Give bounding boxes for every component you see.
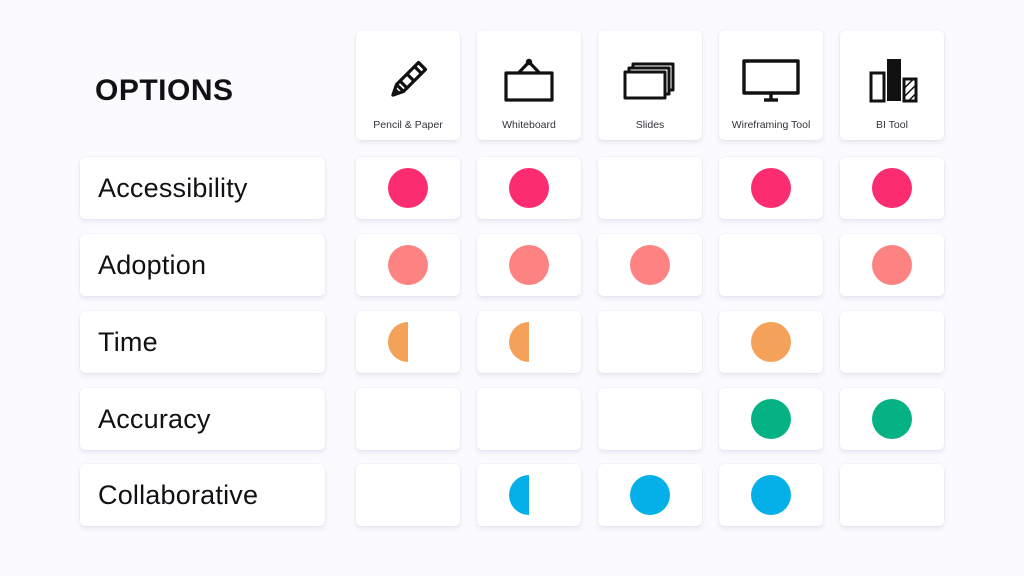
- rating-dot-full: [388, 245, 428, 285]
- row-label-text: Collaborative: [98, 479, 259, 510]
- rating-dot-full: [872, 399, 912, 439]
- cell-accessibility-pencil-paper[interactable]: [356, 157, 460, 219]
- column-header-whiteboard[interactable]: Whiteboard: [477, 30, 581, 140]
- cell-accessibility-bi-tool[interactable]: [840, 157, 944, 219]
- cell-collaborative-pencil-paper[interactable]: [356, 464, 460, 526]
- rating-dot-full: [872, 245, 912, 285]
- column-header-bi-tool[interactable]: BI Tool: [840, 30, 944, 140]
- cell-collaborative-bi-tool[interactable]: [840, 464, 944, 526]
- cell-accuracy-bi-tool[interactable]: [840, 388, 944, 450]
- column-header-label: Pencil & Paper: [373, 119, 443, 131]
- cell-accuracy-slides[interactable]: [598, 388, 702, 450]
- cell-time-wireframing-tool[interactable]: [719, 311, 823, 373]
- rating-dot-full: [751, 322, 791, 362]
- cell-collaborative-whiteboard[interactable]: [477, 464, 581, 526]
- cell-time-pencil-paper[interactable]: [356, 311, 460, 373]
- cell-accessibility-wireframing-tool[interactable]: [719, 157, 823, 219]
- rating-dot-full: [630, 475, 670, 515]
- pencil-icon: [356, 40, 460, 119]
- cell-time-whiteboard[interactable]: [477, 311, 581, 373]
- cell-accuracy-wireframing-tool[interactable]: [719, 388, 823, 450]
- rating-dot-full: [751, 399, 791, 439]
- rating-dot-full: [751, 475, 791, 515]
- cell-adoption-wireframing-tool[interactable]: [719, 234, 823, 296]
- cell-time-slides[interactable]: [598, 311, 702, 373]
- rating-dot-half: [509, 475, 529, 515]
- row-label-accuracy[interactable]: Accuracy: [80, 388, 325, 450]
- column-header-label: Slides: [635, 119, 665, 131]
- rating-dot-full: [872, 168, 912, 208]
- row-label-text: Adoption: [98, 249, 207, 280]
- row-label-collaborative[interactable]: Collaborative: [80, 464, 325, 526]
- cell-adoption-bi-tool[interactable]: [840, 234, 944, 296]
- rating-dot-full: [388, 168, 428, 208]
- column-header-slides[interactable]: Slides: [598, 30, 702, 140]
- column-header-wireframing-tool[interactable]: Wireframing Tool: [719, 30, 823, 140]
- cell-accuracy-whiteboard[interactable]: [477, 388, 581, 450]
- row-label-text: Accessibility: [98, 172, 248, 203]
- slides-icon: [598, 40, 702, 119]
- cell-accuracy-pencil-paper[interactable]: [356, 388, 460, 450]
- rating-dot-full: [509, 168, 549, 208]
- cell-time-bi-tool[interactable]: [840, 311, 944, 373]
- bar-chart-icon: [840, 40, 944, 119]
- row-label-adoption[interactable]: Adoption: [80, 234, 325, 296]
- page-title: OPTIONS: [95, 74, 234, 107]
- column-header-label: Wireframing Tool: [731, 119, 811, 131]
- rating-dot-full: [509, 245, 549, 285]
- column-header-label: BI Tool: [876, 119, 908, 131]
- cell-adoption-whiteboard[interactable]: [477, 234, 581, 296]
- comparison-matrix-board: OPTIONS Pencil & Paper Whiteboard Slides…: [0, 0, 1024, 576]
- row-label-time[interactable]: Time: [80, 311, 325, 373]
- cell-adoption-pencil-paper[interactable]: [356, 234, 460, 296]
- monitor-icon: [719, 40, 823, 119]
- cell-accessibility-whiteboard[interactable]: [477, 157, 581, 219]
- cell-adoption-slides[interactable]: [598, 234, 702, 296]
- cell-collaborative-wireframing-tool[interactable]: [719, 464, 823, 526]
- rating-dot-half: [388, 322, 408, 362]
- row-label-text: Accuracy: [98, 403, 211, 434]
- cell-collaborative-slides[interactable]: [598, 464, 702, 526]
- cell-accessibility-slides[interactable]: [598, 157, 702, 219]
- rating-dot-full: [751, 168, 791, 208]
- whiteboard-icon: [477, 40, 581, 119]
- row-label-text: Time: [98, 326, 158, 357]
- rating-dot-full: [630, 245, 670, 285]
- column-header-pencil-paper[interactable]: Pencil & Paper: [356, 30, 460, 140]
- rating-dot-half: [509, 322, 529, 362]
- row-label-accessibility[interactable]: Accessibility: [80, 157, 325, 219]
- column-header-label: Whiteboard: [502, 119, 556, 131]
